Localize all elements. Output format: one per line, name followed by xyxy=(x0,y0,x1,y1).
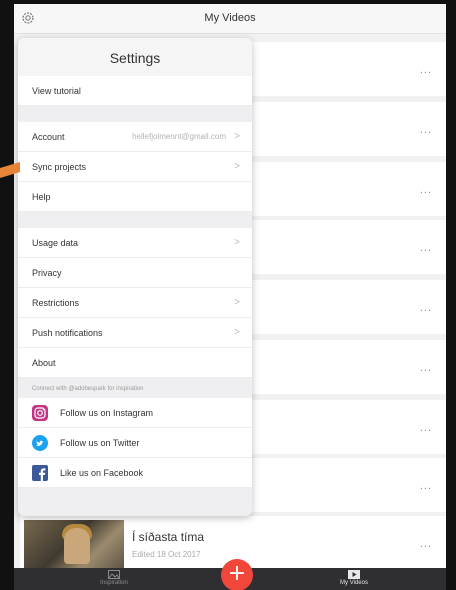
video-title: Í síðasta tíma xyxy=(132,530,205,544)
menu-item-label: Account xyxy=(32,132,65,142)
tab-inspiration[interactable]: Inspiration xyxy=(74,570,154,586)
chevron-right-icon: > xyxy=(234,237,240,248)
more-options-button[interactable]: ... xyxy=(420,480,432,492)
menu-item-about[interactable]: About xyxy=(18,348,252,378)
twitter-icon xyxy=(32,435,48,451)
app-screen: My Videos ... ... ... ... ... ... ... ..… xyxy=(14,4,446,590)
menu-item-privacy[interactable]: Privacy xyxy=(18,258,252,288)
tab-my-videos[interactable]: My Videos xyxy=(314,570,394,586)
menu-item-account[interactable]: Account hellefjolmennt@gmail.com > xyxy=(18,122,252,152)
chevron-right-icon: > xyxy=(234,327,240,338)
video-thumbnail[interactable] xyxy=(24,520,124,570)
chevron-right-icon: > xyxy=(234,297,240,308)
settings-panel: Settings View tutorial Account hellefjol… xyxy=(18,38,252,516)
account-email: hellefjolmennt@gmail.com xyxy=(132,132,226,141)
menu-item-label: About xyxy=(32,358,56,368)
more-options-button[interactable]: ... xyxy=(420,538,432,550)
social-facebook[interactable]: Like us on Facebook xyxy=(18,458,252,488)
more-options-button[interactable]: ... xyxy=(420,242,432,254)
social-instagram[interactable]: Follow us on Instagram xyxy=(18,398,252,428)
menu-item-label: Help xyxy=(32,192,51,202)
more-options-button[interactable]: ... xyxy=(420,302,432,314)
social-label: Like us on Facebook xyxy=(60,468,144,478)
menu-item-label: View tutorial xyxy=(32,86,81,96)
social-label: Follow us on Twitter xyxy=(60,438,140,448)
instagram-icon xyxy=(32,405,48,421)
social-label: Follow us on Instagram xyxy=(60,408,154,418)
device-frame: My Videos ... ... ... ... ... ... ... ..… xyxy=(0,0,456,590)
more-options-button[interactable]: ... xyxy=(420,422,432,434)
tab-my-videos-label: My Videos xyxy=(340,580,368,586)
connect-section-label: Connect with @adobespark for inspiration xyxy=(18,378,252,398)
menu-item-restrictions[interactable]: Restrictions > xyxy=(18,288,252,318)
social-twitter[interactable]: Follow us on Twitter xyxy=(18,428,252,458)
tab-inspiration-label: Inspiration xyxy=(100,580,128,586)
chevron-right-icon: > xyxy=(234,131,240,142)
settings-title: Settings xyxy=(18,38,252,76)
image-icon xyxy=(108,570,120,579)
menu-item-label: Usage data xyxy=(32,238,79,248)
menu-item-sync-projects[interactable]: Sync projects > xyxy=(18,152,252,182)
video-date: Edited 18 Oct 2017 xyxy=(132,550,201,559)
menu-item-label: Sync projects xyxy=(32,162,87,172)
top-bar: My Videos xyxy=(14,4,446,34)
add-video-button[interactable]: + xyxy=(221,559,253,590)
menu-item-help[interactable]: Help xyxy=(18,182,252,212)
facebook-icon xyxy=(32,465,48,481)
play-icon xyxy=(348,570,360,579)
menu-item-label: Push notifications xyxy=(32,328,103,338)
menu-item-view-tutorial[interactable]: View tutorial xyxy=(18,76,252,106)
menu-item-label: Restrictions xyxy=(32,298,80,308)
menu-item-push-notifications[interactable]: Push notifications > xyxy=(18,318,252,348)
page-title: My Videos xyxy=(204,12,256,24)
more-options-button[interactable]: ... xyxy=(420,124,432,136)
annotation-arrow xyxy=(0,162,20,178)
more-options-button[interactable]: ... xyxy=(420,184,432,196)
more-options-button[interactable]: ... xyxy=(420,64,432,76)
chevron-right-icon: > xyxy=(234,161,240,172)
menu-item-usage-data[interactable]: Usage data > xyxy=(18,228,252,258)
menu-item-label: Privacy xyxy=(32,268,62,278)
more-options-button[interactable]: ... xyxy=(420,362,432,374)
